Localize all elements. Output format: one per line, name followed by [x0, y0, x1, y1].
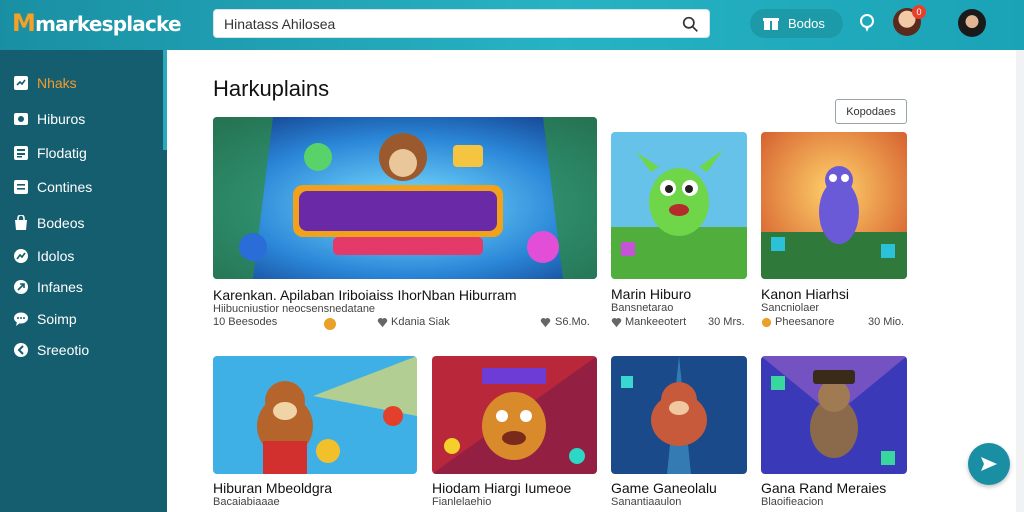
- search-icon[interactable]: [682, 16, 699, 33]
- sidebar-divider: [163, 50, 167, 150]
- sidebar-item-sreeotio[interactable]: Sreeotio: [0, 335, 167, 365]
- heart-icon[interactable]: [377, 317, 388, 328]
- card-subtitle: Fianlelaehio: [432, 496, 492, 508]
- card-meta-author: Kdania Siak: [391, 316, 450, 328]
- sidebar-item-label: Flodatig: [37, 145, 87, 161]
- heart-icon[interactable]: [540, 317, 551, 328]
- game-card[interactable]: Kanon Hiarhsi Sancniolaer Pheesanore 30 …: [761, 132, 907, 332]
- card-title[interactable]: Hiodam Hiargi Iumeoe: [432, 480, 571, 496]
- card-price: 30 Mio.: [868, 316, 905, 328]
- game-artwork-image: [761, 132, 907, 279]
- sidebar-item-label: Hiburos: [37, 111, 86, 127]
- gift-icon: [763, 18, 779, 30]
- card-price: S6.Mo.: [555, 316, 590, 328]
- send-icon: [14, 280, 28, 294]
- sidebar-item-flodatig[interactable]: Flodatig: [0, 138, 167, 168]
- card-title[interactable]: Marin Hiburo: [611, 286, 691, 302]
- game-thumbnail[interactable]: [761, 132, 907, 279]
- game-card[interactable]: Hiburan Mbeoldgra Bacaiabiaaae: [213, 356, 417, 508]
- user-avatar[interactable]: [958, 9, 986, 37]
- promo-button-label: Bodos: [788, 16, 825, 31]
- promo-button[interactable]: Bodos: [750, 9, 843, 38]
- sidebar-item-nhaks[interactable]: Nhaks: [0, 68, 167, 98]
- send-fab-button[interactable]: [968, 443, 1010, 485]
- app-logo[interactable]: Mmarkesplacke: [12, 9, 182, 37]
- card-subtitle: Blaoifieacion: [761, 496, 824, 508]
- filter-button[interactable]: Kopodaes: [835, 99, 907, 124]
- card-title[interactable]: Kanon Hiarhsi: [761, 286, 849, 302]
- sidebar-item-label: Sreeotio: [37, 342, 90, 358]
- dashboard-icon: [14, 76, 28, 90]
- sidebar-item-soimp[interactable]: Soimp: [0, 304, 167, 334]
- game-artwork-image: [611, 132, 747, 279]
- game-card[interactable]: Gana Rand Meraies Blaoifieacion: [761, 356, 907, 508]
- sidebar-item-label: Bodeos: [37, 215, 85, 231]
- heart-icon[interactable]: [611, 317, 622, 328]
- game-thumbnail[interactable]: [611, 132, 747, 279]
- sidebar-item-label: Infanes: [37, 279, 83, 295]
- sidebar-item-bodeos[interactable]: Bodeos: [0, 208, 167, 238]
- card-price: 30 Mrs.: [708, 316, 745, 328]
- search-input[interactable]: [224, 14, 674, 34]
- game-artwork-image: [761, 356, 907, 474]
- sidebar-item-infanes[interactable]: Infanes: [0, 272, 167, 302]
- card-meta: Mankeeotert: [625, 316, 687, 328]
- notification-badge: 0: [912, 5, 926, 19]
- sidebar-item-label: Idolos: [37, 248, 75, 264]
- settings-icon: [14, 343, 28, 357]
- chat-bubble-icon[interactable]: [858, 13, 876, 33]
- card-subtitle: Sanantiaaulon: [611, 496, 682, 508]
- game-card[interactable]: Hiodam Hiargi Iumeoe Fianlelaehio: [432, 356, 597, 508]
- sidebar-item-label: Nhaks: [37, 75, 77, 91]
- sidebar-item-label: Contines: [37, 179, 93, 195]
- game-artwork-image: [213, 356, 417, 474]
- coin-icon: [324, 318, 336, 330]
- scrollbar[interactable]: [1016, 50, 1024, 512]
- game-artwork-image: [432, 356, 597, 474]
- card-title[interactable]: Hiburan Mbeoldgra: [213, 480, 332, 496]
- page-title: Harkuplains: [213, 76, 330, 101]
- game-thumbnail[interactable]: [213, 356, 417, 474]
- card-meta: 10 Beesodes: [213, 316, 278, 328]
- file-icon: [14, 180, 28, 194]
- card-subtitle: Hiibucniustior neocsensnedatane: [213, 303, 376, 315]
- chat-icon: [14, 312, 28, 326]
- coin-icon: [761, 317, 772, 328]
- card-meta: Pheesanore: [775, 316, 835, 328]
- game-card-featured[interactable]: Karenkan. Apilaban Iriboiaiss IhorNban H…: [213, 117, 597, 332]
- card-subtitle: Bansnetarao: [611, 302, 674, 314]
- game-thumbnail[interactable]: [213, 117, 597, 279]
- game-card[interactable]: Game Ganeolalu Sanantiaaulon: [611, 356, 747, 508]
- sidebar-item-label: Soimp: [37, 311, 77, 327]
- game-thumbnail[interactable]: [432, 356, 597, 474]
- send-icon: [981, 457, 997, 471]
- card-subtitle: Bacaiabiaaae: [213, 496, 280, 508]
- game-card[interactable]: Marin Hiburo Bansnetarao Mankeeotert 30 …: [611, 132, 747, 332]
- game-artwork-image: [213, 117, 597, 279]
- card-title[interactable]: Game Ganeolalu: [611, 480, 717, 496]
- sidebar-item-idolos[interactable]: Idolos: [0, 241, 167, 271]
- game-thumbnail[interactable]: [611, 356, 747, 474]
- image-icon: [14, 113, 28, 125]
- sidebar-item-hiburos[interactable]: Hiburos: [0, 104, 167, 134]
- game-thumbnail[interactable]: [761, 356, 907, 474]
- sidebar-item-contines[interactable]: Contines: [0, 172, 167, 202]
- card-title[interactable]: Gana Rand Meraies: [761, 480, 886, 496]
- search-bar: [213, 9, 710, 38]
- card-subtitle: Sancniolaer: [761, 302, 820, 314]
- list-icon: [14, 146, 28, 160]
- bag-icon: [15, 215, 27, 230]
- chart-icon: [14, 249, 28, 263]
- top-bar: Mmarkesplacke Bodos 0: [0, 0, 1024, 50]
- game-artwork-image: [611, 356, 747, 474]
- sidebar: Nhaks Hiburos Flodatig Contines Bodeos I…: [0, 50, 167, 512]
- card-title[interactable]: Karenkan. Apilaban Iriboiaiss IhorNban H…: [213, 287, 517, 303]
